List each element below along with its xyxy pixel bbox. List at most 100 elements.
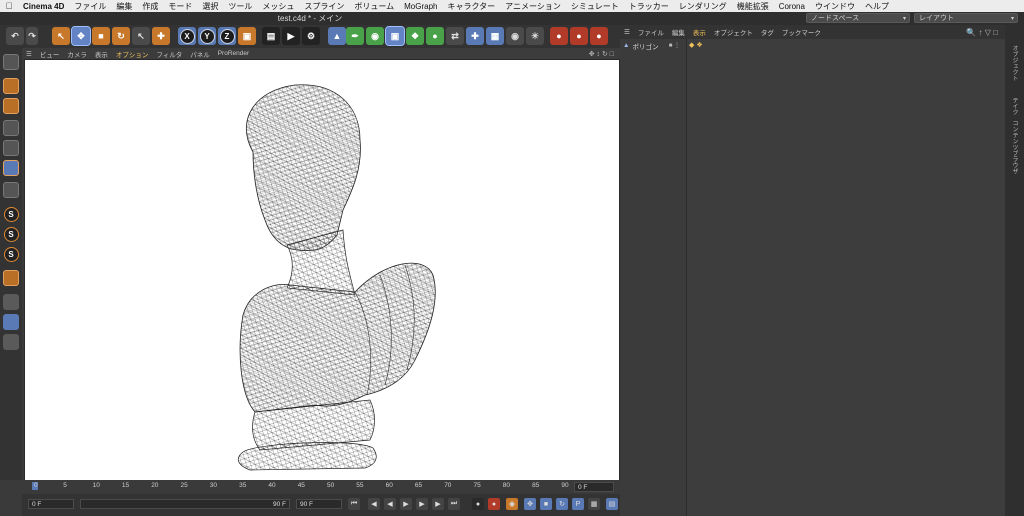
- z-axis-lock-button[interactable]: Z: [218, 27, 236, 45]
- cloner-icon[interactable]: ❖: [406, 27, 424, 45]
- menu-tracker[interactable]: トラッカー: [624, 1, 674, 12]
- menu-select[interactable]: 選択: [197, 1, 223, 12]
- menu-tools[interactable]: ツール: [223, 1, 257, 12]
- om-menu-edit[interactable]: 編集: [668, 27, 689, 37]
- planar-workplane-icon[interactable]: [3, 334, 19, 350]
- menu-extensions[interactable]: 機能拡張: [732, 1, 774, 12]
- keyframe-selection-icon[interactable]: ◉: [506, 498, 518, 510]
- locked-workplane-icon[interactable]: [3, 314, 19, 330]
- corona-converter-icon[interactable]: ●: [590, 27, 608, 45]
- tab-objects[interactable]: オブジェクト: [1010, 45, 1019, 81]
- position-key-icon[interactable]: ✥: [524, 498, 536, 510]
- viewport-menu-prorender[interactable]: ProRender: [214, 50, 253, 57]
- menu-cinema4d[interactable]: Cinema 4D: [18, 2, 69, 11]
- edges-mode-icon[interactable]: [3, 140, 19, 156]
- viewport-menu-panel[interactable]: パネル: [186, 49, 214, 59]
- corona-interactive-icon[interactable]: ●: [550, 27, 568, 45]
- axis-mode-icon[interactable]: [3, 182, 19, 198]
- scale-tool-icon[interactable]: ■: [92, 27, 110, 45]
- list-item[interactable]: ▲ ポリゴン ■ ⋮: [620, 41, 686, 51]
- corona-render-icon[interactable]: ●: [570, 27, 588, 45]
- menu-animation[interactable]: アニメーション: [500, 1, 566, 12]
- visibility-dots-icon[interactable]: ■ ⋮: [669, 42, 680, 49]
- point-level-key-icon[interactable]: ▦: [588, 498, 600, 510]
- menu-mesh[interactable]: メッシュ: [257, 1, 299, 12]
- om-menu-file[interactable]: ファイル: [634, 27, 668, 37]
- next-frame-icon[interactable]: ▶: [416, 498, 428, 510]
- mograph-effector-icon[interactable]: ●: [426, 27, 444, 45]
- end-frame-field[interactable]: 90 F: [296, 499, 342, 509]
- next-key-icon[interactable]: ▶: [432, 498, 444, 510]
- previous-frame-icon[interactable]: ◀: [384, 498, 396, 510]
- deformer-icon[interactable]: ⇄: [446, 27, 464, 45]
- render-settings-icon[interactable]: ⚙: [302, 27, 320, 45]
- points-mode-icon[interactable]: [3, 120, 19, 136]
- om-menu-objects[interactable]: オブジェクト: [710, 27, 757, 37]
- field-icon[interactable]: ✚: [466, 27, 484, 45]
- hamburger-icon[interactable]: ☰: [620, 28, 634, 36]
- menu-simulate[interactable]: シミュレート: [566, 1, 624, 12]
- x-axis-lock-button[interactable]: X: [178, 27, 196, 45]
- menu-mograph[interactable]: MoGraph: [399, 2, 442, 11]
- menu-render[interactable]: レンダリング: [674, 1, 732, 12]
- apple-icon[interactable]: : [0, 1, 18, 11]
- go-to-start-icon[interactable]: ⏮: [348, 498, 360, 510]
- polygons-mode-icon[interactable]: [3, 160, 19, 176]
- viewport-menu-display[interactable]: 表示: [91, 49, 112, 59]
- timeline-window-icon[interactable]: ▤: [606, 498, 618, 510]
- menu-file[interactable]: ファイル: [69, 1, 111, 12]
- timeline-ruler[interactable]: 0 5 10 15 20 25 30 35 40 45 50 55 60 65 70 75 80 85 90 0 F: [22, 480, 620, 494]
- tab-content-browser[interactable]: コンテンツブラウザ: [1010, 120, 1019, 174]
- om-menu-bookmarks[interactable]: ブックマーク: [778, 27, 825, 37]
- menu-corona[interactable]: Corona: [774, 2, 810, 11]
- menu-volume[interactable]: ボリューム: [349, 1, 399, 12]
- extrude-generator-icon[interactable]: ▣: [385, 26, 405, 46]
- om-menu-tags[interactable]: タグ: [757, 27, 778, 37]
- workplane-snap-button[interactable]: S: [3, 246, 19, 262]
- tab-takes[interactable]: テイク: [1010, 97, 1019, 115]
- record-icon[interactable]: ●: [472, 498, 484, 510]
- menu-create[interactable]: 作成: [137, 1, 163, 12]
- redo-icon[interactable]: ↷: [26, 27, 38, 45]
- viewport-menu-view[interactable]: ビュー: [36, 49, 64, 59]
- frame-range-slider[interactable]: 90 F: [80, 499, 290, 509]
- pen-spline-icon[interactable]: ✒: [346, 27, 364, 45]
- viewport-nav-icons[interactable]: ✥ ↕ ↻ □: [589, 50, 614, 58]
- hamburger-icon[interactable]: ☰: [22, 50, 36, 58]
- viewport-menu-camera[interactable]: カメラ: [63, 49, 91, 59]
- camera-icon[interactable]: ◉: [506, 27, 524, 45]
- scale-key-icon[interactable]: ■: [540, 498, 552, 510]
- layout-dropdown[interactable]: レイアウト ▾: [914, 13, 1018, 23]
- last-tool-icon[interactable]: ↖: [132, 27, 150, 45]
- menu-spline[interactable]: スプライン: [299, 1, 349, 12]
- viewport-menu-filter[interactable]: フィルタ: [152, 49, 186, 59]
- menu-character[interactable]: キャラクター: [442, 1, 500, 12]
- om-toolbar-icons[interactable]: 🔍 ↑ ▽ □: [966, 28, 998, 37]
- parameter-key-icon[interactable]: P: [572, 498, 584, 510]
- undo-icon[interactable]: ↶: [6, 27, 24, 45]
- menu-window[interactable]: ウインドウ: [810, 1, 860, 12]
- object-mode-icon[interactable]: [3, 78, 19, 94]
- light-icon[interactable]: ☀: [526, 27, 544, 45]
- 3d-viewport[interactable]: [24, 59, 620, 482]
- previous-key-icon[interactable]: ◀: [368, 498, 380, 510]
- material-tag-icon[interactable]: ◆ ❖: [689, 41, 703, 49]
- object-name[interactable]: ポリゴン: [632, 41, 658, 51]
- snap-settings-button[interactable]: S: [3, 226, 19, 242]
- render-view-icon[interactable]: ▤: [262, 27, 280, 45]
- autokey-icon[interactable]: ●: [488, 498, 500, 510]
- floor-grid-icon[interactable]: ▦: [486, 27, 504, 45]
- magnet-icon[interactable]: [3, 270, 19, 286]
- menu-help[interactable]: ヘルプ: [860, 1, 894, 12]
- snap-button[interactable]: S: [3, 206, 19, 222]
- rotate-tool-icon[interactable]: ↻: [112, 27, 130, 45]
- menu-edit[interactable]: 編集: [111, 1, 137, 12]
- rotation-key-icon[interactable]: ↻: [556, 498, 568, 510]
- transform-tool-icon[interactable]: ✚: [152, 27, 170, 45]
- go-to-end-icon[interactable]: ⏭: [448, 498, 460, 510]
- render-to-picture-viewer-icon[interactable]: ▶: [282, 27, 300, 45]
- live-select-icon[interactable]: ↖: [52, 27, 70, 45]
- model-mode-icon[interactable]: [3, 54, 19, 70]
- cube-object-icon[interactable]: ▲: [328, 27, 346, 45]
- texture-mode-icon[interactable]: [3, 98, 19, 114]
